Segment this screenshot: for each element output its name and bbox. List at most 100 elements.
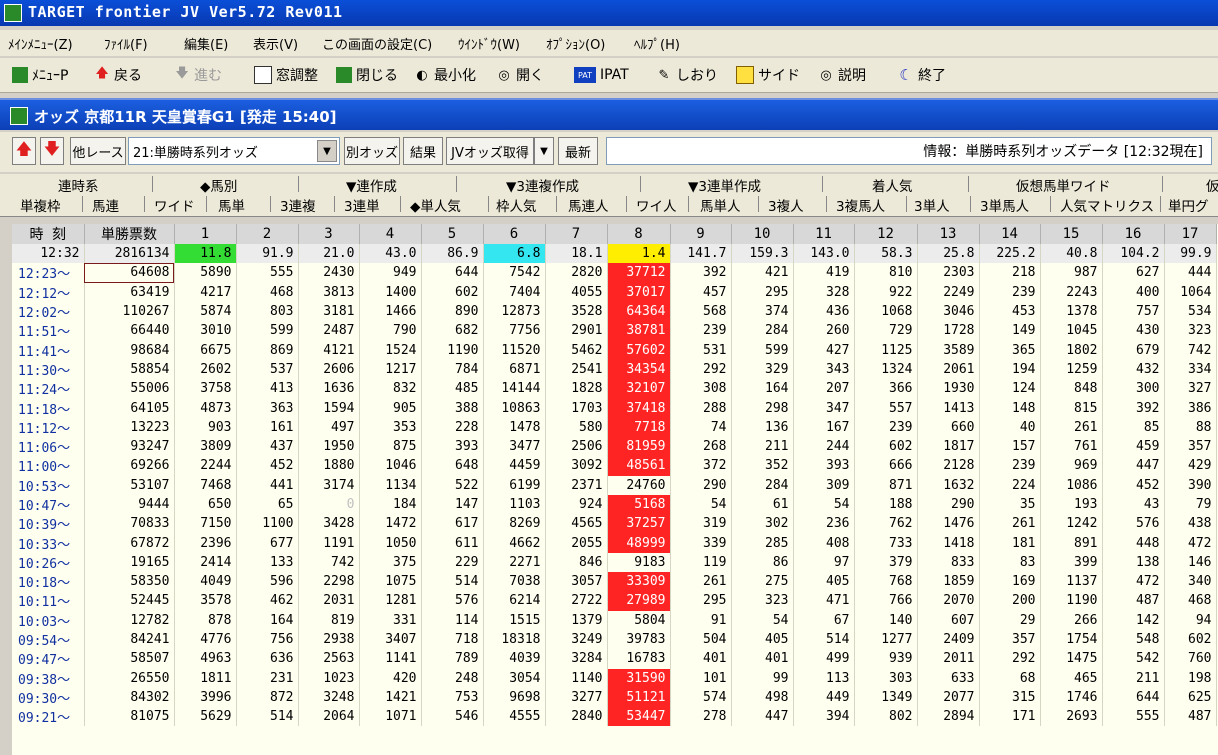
column-header-horse[interactable]: 14 [979,224,1041,244]
vote-cell[interactable]: 66440 [84,321,175,341]
vote-cell[interactable]: 99 [731,668,794,688]
time-cell[interactable]: 10:03～ [12,610,85,630]
forward-button[interactable]: 🡇 進む [174,64,222,86]
vote-cell[interactable]: 292 [670,359,732,380]
vote-cell[interactable]: 88 [1164,417,1217,437]
vote-cell[interactable]: 193 [1040,494,1103,515]
vote-cell[interactable]: 399 [1040,552,1103,573]
time-cell[interactable]: 10:33～ [12,533,85,553]
vote-cell[interactable]: 40 [979,417,1041,437]
vote-cell[interactable]: 903 [174,417,237,437]
vote-cell[interactable]: 34354 [607,359,671,380]
vote-cell[interactable]: 392 [1102,398,1165,418]
vote-cell[interactable]: 2298 [298,572,360,592]
odds-cell[interactable]: 225.2 [979,244,1041,264]
odds-cell[interactable]: 86.9 [421,244,484,264]
vote-cell[interactable]: 447 [731,707,794,727]
vote-cell[interactable]: 331 [359,610,422,630]
vote-cell[interactable]: 83 [979,552,1041,573]
vote-cell[interactable]: 3046 [917,301,980,322]
vote-cell[interactable]: 84241 [84,629,175,650]
vote-cell[interactable]: 285 [731,533,794,553]
time-cell[interactable]: 12:23～ [12,263,85,283]
tab-trifecta-popularity[interactable]: 3単人 [914,195,950,215]
vote-cell[interactable]: 3813 [298,282,360,302]
column-header-horse[interactable]: 9 [670,224,732,244]
vote-cell[interactable]: 969 [1040,456,1103,476]
vote-cell[interactable]: 343 [793,359,855,380]
vote-cell[interactable]: 602 [1164,629,1217,650]
vote-cell[interactable]: 869 [236,340,299,360]
vote-cell[interactable]: 3010 [174,321,237,341]
vote-cell[interactable]: 760 [1164,649,1217,669]
vote-cell[interactable]: 169 [979,572,1041,592]
close-button[interactable]: 閉じる [336,64,398,86]
vote-cell[interactable]: 19165 [84,552,175,573]
vote-cell[interactable]: 4776 [174,629,237,650]
vote-cell[interactable]: 762 [854,514,918,534]
vote-cell[interactable]: 666 [854,456,918,476]
vote-cell[interactable]: 472 [1102,572,1165,592]
vote-cell[interactable]: 1703 [545,398,608,418]
vote-cell[interactable]: 2303 [917,263,980,283]
odds-cell[interactable]: 2816134 [84,244,175,264]
vote-cell[interactable]: 55006 [84,379,175,399]
vote-cell[interactable]: 133 [236,552,299,573]
vote-cell[interactable]: 146 [1164,552,1217,573]
vote-cell[interactable]: 161 [236,417,299,437]
vote-cell[interactable]: 2077 [917,687,980,708]
vote-cell[interactable]: 43 [1102,494,1165,515]
open-button[interactable]: ◎ 開く [496,64,544,86]
vote-cell[interactable]: 3996 [174,687,237,708]
vote-cell[interactable]: 633 [917,668,980,688]
vote-cell[interactable]: 5890 [174,263,237,283]
vote-cell[interactable]: 140 [854,610,918,630]
vote-cell[interactable]: 91 [670,610,732,630]
vote-cell[interactable]: 757 [1102,301,1165,322]
vote-cell[interactable]: 802 [854,707,918,727]
vote-cell[interactable]: 200 [979,591,1041,611]
vote-cell[interactable]: 37712 [607,263,671,283]
vote-cell[interactable]: 2901 [545,321,608,341]
odds-cell[interactable]: 25.8 [917,244,980,264]
vote-cell[interactable]: 1475 [1040,649,1103,669]
vote-cell[interactable]: 357 [979,629,1041,650]
vote-cell[interactable]: 660 [917,417,980,437]
vote-cell[interactable]: 54 [670,494,732,515]
vote-cell[interactable]: 2031 [298,591,360,611]
vote-cell[interactable]: 1190 [1040,591,1103,611]
vote-cell[interactable]: 67 [793,610,855,630]
vote-cell[interactable]: 2061 [917,359,980,380]
vote-cell[interactable]: 514 [793,629,855,650]
vote-cell[interactable]: 2506 [545,436,608,457]
vote-cell[interactable]: 627 [1102,263,1165,283]
odds-cell[interactable]: 141.7 [670,244,732,264]
vote-cell[interactable]: 890 [421,301,484,322]
vote-cell[interactable]: 5462 [545,340,608,360]
vote-cell[interactable]: 375 [359,552,422,573]
vote-cell[interactable]: 449 [793,687,855,708]
window-adjust-button[interactable]: 窓調整 [254,64,318,86]
vote-cell[interactable]: 363 [236,398,299,418]
vote-cell[interactable]: 81075 [84,707,175,727]
tab-trio-create[interactable]: ▼3連複作成 [506,175,579,195]
time-cell[interactable]: 12:12～ [12,282,85,302]
vote-cell[interactable]: 164 [236,610,299,630]
vote-cell[interactable]: 1466 [359,301,422,322]
column-header-horse[interactable]: 10 [731,224,794,244]
vote-cell[interactable]: 871 [854,475,918,495]
vote-cell[interactable]: 2396 [174,533,237,553]
vote-cell[interactable]: 3428 [298,514,360,534]
menu-options[interactable]: ｵﾌﾟｼｮﾝ(O) [546,34,605,53]
tab-finish-popularity[interactable]: 着人気 [872,175,913,195]
vote-cell[interactable]: 522 [421,475,484,495]
vote-cell[interactable]: 284 [731,321,794,341]
vote-cell[interactable]: 290 [917,494,980,515]
tab-quinella[interactable]: 馬連 [92,195,119,215]
vote-cell[interactable]: 113 [793,668,855,688]
vote-cell[interactable]: 429 [1164,456,1217,476]
vote-cell[interactable]: 420 [359,668,422,688]
jv-odds-dropdown[interactable]: ▼ [534,137,554,165]
menu-main[interactable]: ﾒｲﾝﾒﾆｭｰ(Z) [8,34,73,53]
refresh-button[interactable]: 最新 [558,137,598,165]
